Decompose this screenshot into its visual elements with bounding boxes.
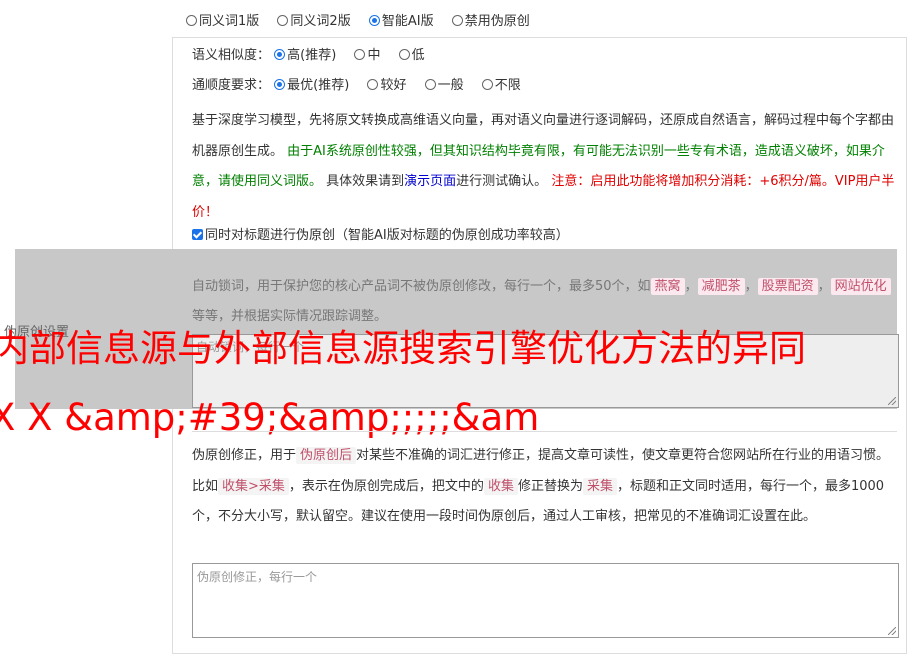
- mode-option-synonym1[interactable]: 同义词1版: [186, 14, 259, 29]
- mode-radio-group: 同义词1版 同义词2版 智能AI版 禁用伪原创: [186, 10, 544, 29]
- radio-icon[interactable]: [424, 79, 436, 90]
- overlay-headline: 内部信息源与外部信息源搜索引擎优化方法的异同: [0, 327, 806, 370]
- radio-icon[interactable]: [451, 15, 463, 26]
- mode-option-disable[interactable]: 禁用伪原创: [451, 14, 530, 29]
- correction-input[interactable]: 伪原创修正，每行一个: [192, 563, 899, 638]
- ai-description: 基于深度学习模型，先将原文转换成高维语义向量，再对语义向量进行逐词解码，还原成自…: [192, 113, 895, 220]
- radio-icon[interactable]: [398, 49, 410, 60]
- inline-tag: 伪原创后: [296, 447, 357, 464]
- fluency-any[interactable]: 不限: [481, 78, 521, 93]
- correction-description: 伪原创修正，用于 伪原创后 对某些不准确的词汇进行修正，提高文章可读性，使文章更符合…: [192, 447, 890, 524]
- checkbox-checked-icon[interactable]: [192, 229, 203, 240]
- correction-placeholder: 伪原创修正，每行一个: [197, 570, 318, 584]
- fluency-good[interactable]: 较好: [367, 78, 406, 93]
- demo-page-link[interactable]: 演示页面: [404, 174, 456, 189]
- title-rewrite-option[interactable]: 同时对标题进行伪原创（智能AI版对标题的伪原创成功率较高）: [192, 227, 569, 245]
- inline-tag: 收集: [483, 477, 518, 495]
- fluency-best[interactable]: 最优(推荐): [274, 78, 349, 93]
- radio-icon[interactable]: [367, 79, 379, 90]
- overlay-headline-line2: X X &amp;#39;&amp;;;;;&am: [0, 396, 540, 439]
- divider: [192, 431, 897, 432]
- fluency-label: 通顺度要求：: [192, 78, 271, 93]
- example-tag: 减肥茶: [697, 278, 745, 295]
- similarity-low[interactable]: 低: [398, 48, 425, 63]
- example-tag: 股票配资: [757, 278, 818, 295]
- example-tag: 燕窝: [650, 278, 685, 295]
- resize-handle-icon[interactable]: [888, 397, 896, 405]
- mode-option-ai[interactable]: 智能AI版: [368, 14, 434, 29]
- similarity-high[interactable]: 高(推荐): [274, 48, 336, 63]
- similarity-row: 语义相似度： 高(推荐) 中 低: [192, 47, 439, 65]
- fluency-normal[interactable]: 一般: [424, 78, 464, 93]
- inline-tag: 收集>采集: [218, 477, 289, 495]
- example-tag: 网站优化: [830, 278, 891, 295]
- radio-selected-icon[interactable]: [274, 79, 286, 90]
- radio-selected-icon[interactable]: [274, 49, 286, 60]
- radio-icon[interactable]: [277, 15, 289, 26]
- lock-words-description: 自动锁词，用于保护您的核心产品词不被伪原创修改，每行一个，最多50个，如 燕窝，减…: [192, 272, 897, 332]
- radio-icon[interactable]: [354, 49, 366, 60]
- resize-handle-icon[interactable]: [888, 627, 896, 635]
- similarity-label: 语义相似度：: [192, 48, 271, 63]
- mode-option-synonym2[interactable]: 同义词2版: [277, 14, 351, 29]
- inline-tag: 采集: [582, 477, 617, 495]
- radio-selected-icon[interactable]: [368, 15, 380, 26]
- title-rewrite-label: 同时对标题进行伪原创（智能AI版对标题的伪原创成功率较高）: [205, 228, 569, 243]
- radio-icon[interactable]: [481, 79, 493, 90]
- radio-icon[interactable]: [186, 15, 197, 26]
- similarity-medium[interactable]: 中: [354, 48, 380, 63]
- fluency-row: 通顺度要求： 最优(推荐) 较好 一般 不限: [192, 77, 535, 95]
